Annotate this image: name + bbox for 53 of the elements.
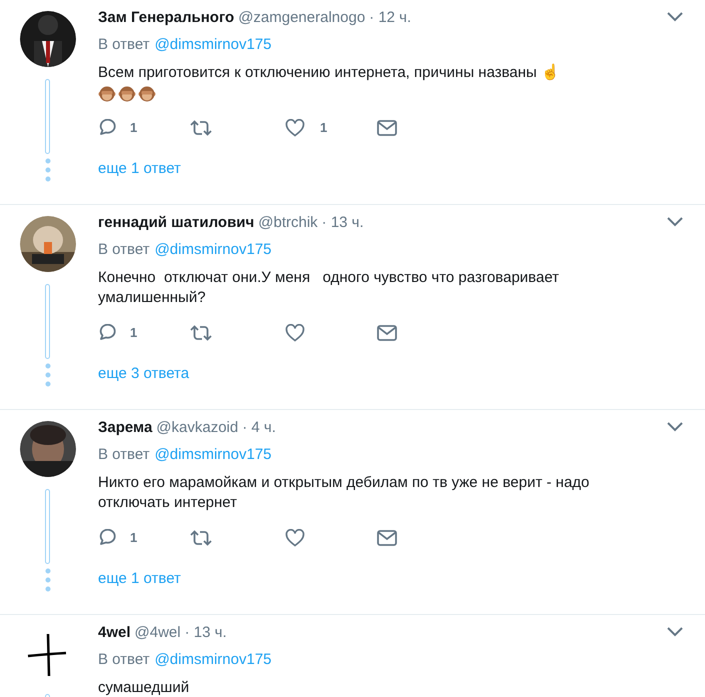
tweet-time[interactable]: · 13 ч. [184,623,227,643]
reply-label: В ответ [98,240,150,260]
like-count: 1 [320,119,328,137]
retweet-icon[interactable] [190,530,212,546]
reply-count: 1 [130,324,138,342]
envelope-icon[interactable] [377,530,397,546]
user-handle[interactable]: @zamgeneralnogo [238,8,366,28]
user-handle[interactable]: @kavkazoid [156,418,238,438]
chevron-down-icon[interactable] [667,422,683,432]
chevron-down-icon[interactable] [667,217,683,227]
tweet-time[interactable]: · 4 ч. [242,418,276,438]
reply-label: В ответ [98,445,150,465]
dots-icon [44,363,50,387]
monkey-icon [98,85,116,103]
retweet-icon[interactable] [190,120,212,136]
heart-icon[interactable] [285,529,305,547]
user-name[interactable]: Зарема [98,418,152,438]
speech-bubble-icon[interactable] [98,119,117,137]
envelope-icon[interactable] [377,120,397,136]
user-name[interactable]: геннадий шатилович [98,213,254,233]
heart-icon[interactable] [285,119,305,137]
tweet-text: Всем приготовится к отключению интернета, причины названы ☝ [98,63,561,83]
speech-bubble-icon[interactable] [98,324,117,342]
mention-link[interactable]: @dimsmirnov175 [154,240,272,260]
more-replies-link[interactable]: еще 3 ответа [98,365,190,382]
heart-icon[interactable] [285,324,305,342]
tweet-time[interactable]: · 12 ч. [369,8,412,28]
dots-icon [44,158,50,182]
mention-link[interactable]: @dimsmirnov175 [154,35,272,55]
user-name[interactable]: Зам Генерального [98,8,234,28]
user-handle[interactable]: @4wel [134,623,181,643]
tweet-time[interactable]: · 13 ч. [322,213,364,233]
user-handle[interactable]: @btrchik [258,213,318,233]
user-name[interactable]: 4wel [98,623,131,643]
chevron-down-icon[interactable] [667,12,683,22]
monkey-icon [118,85,136,103]
more-replies-link[interactable]: еще 1 ответ [98,160,181,177]
reply-label: В ответ [98,35,150,55]
monkey-icon [138,85,156,103]
more-replies-link[interactable]: еще 1 ответ [98,570,181,587]
envelope-icon[interactable] [377,325,397,341]
retweet-icon[interactable] [190,325,212,341]
speech-bubble-icon[interactable] [98,529,117,547]
chevron-down-icon[interactable] [667,627,683,637]
tweet-text: Конечно отключат они.У меня одного чувство что разговаривает умалишенный? [98,268,560,308]
mention-link[interactable]: @dimsmirnov175 [154,445,272,465]
reply-count: 1 [130,529,138,547]
mention-link[interactable]: @dimsmirnov175 [154,650,272,670]
reply-count: 1 [130,119,138,137]
reply-label: В ответ [98,650,150,670]
tweet-text: Никто его марамойкам и открытым дебилам по тв уже не верит - надо отключать интернет [98,473,590,513]
dots-icon [44,568,50,592]
tweet-text: сумашедший [98,678,190,697]
